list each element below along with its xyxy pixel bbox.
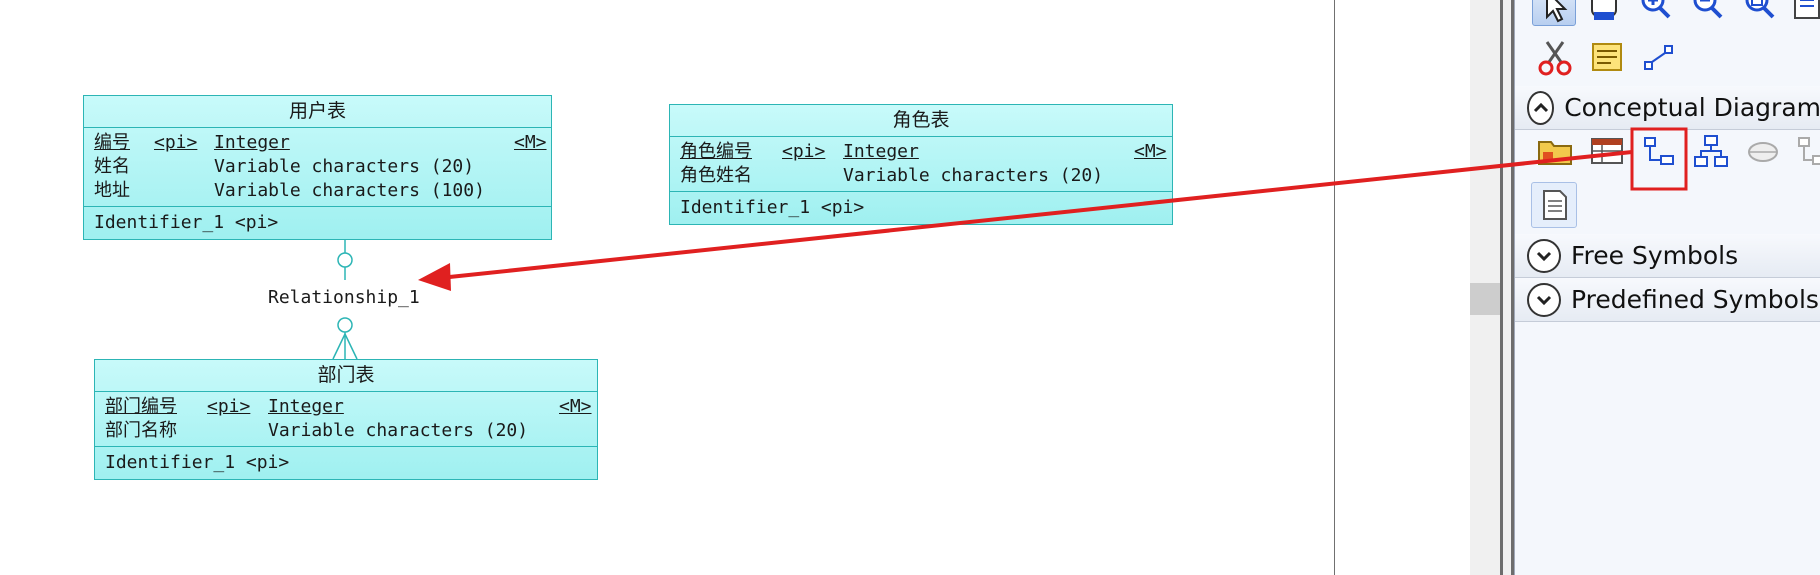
cardinality-circle [337, 317, 353, 333]
annotation-arrow [439, 150, 1633, 280]
diagram-overlay [332, 127, 1688, 360]
annotation-arrowhead [418, 263, 451, 291]
highlight-box [1630, 127, 1688, 191]
crowfoot-line [344, 333, 358, 360]
crowfoot-line [332, 333, 346, 360]
cardinality-circle [337, 252, 353, 268]
